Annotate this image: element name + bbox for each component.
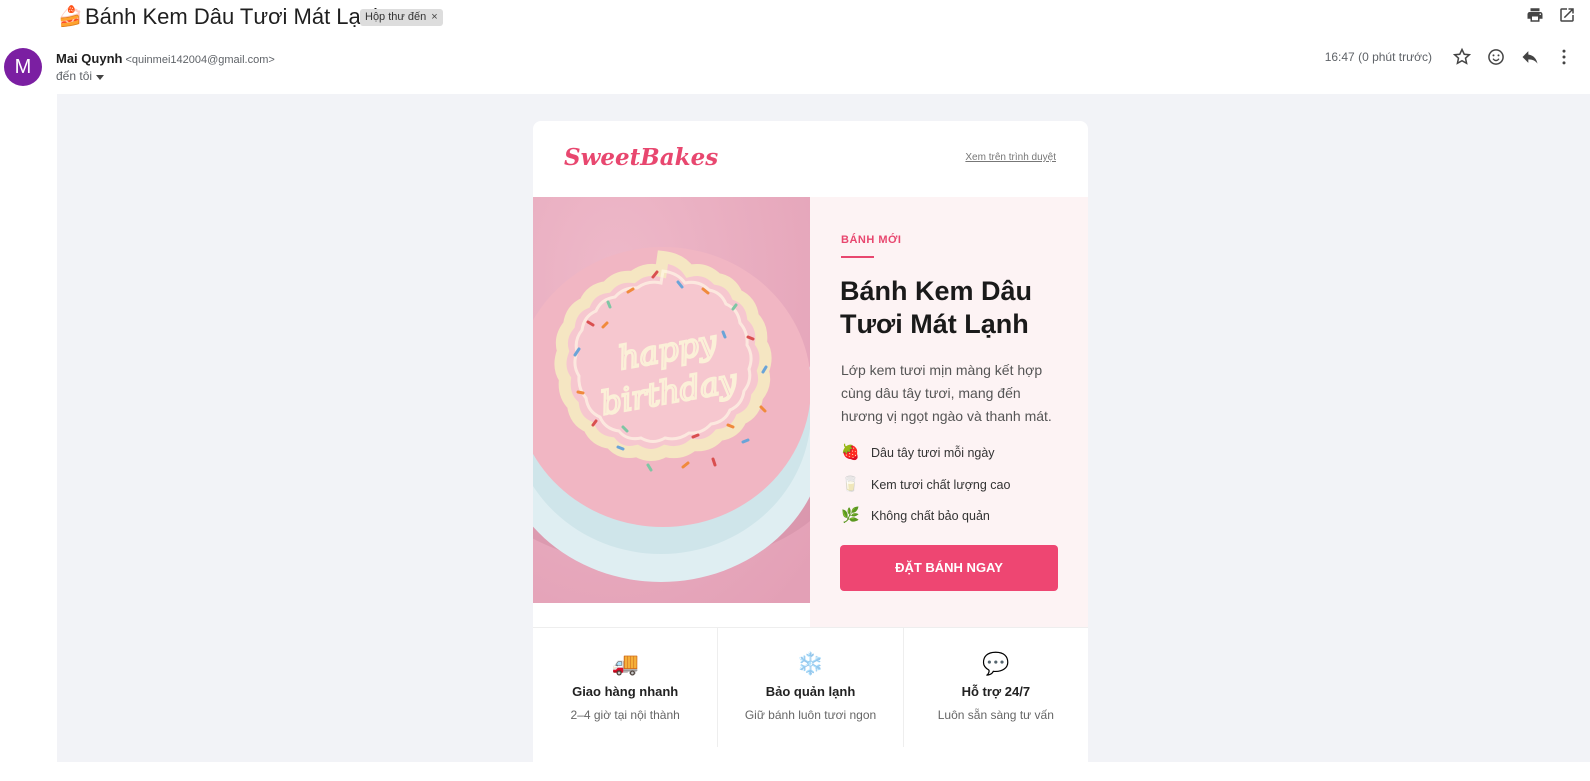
- reply-icon[interactable]: [1520, 47, 1540, 67]
- print-icon[interactable]: [1526, 6, 1544, 24]
- view-in-browser-link[interactable]: Xem trên trình duyệt: [965, 152, 1056, 163]
- email-subject: Bánh Kem Dâu Tươi Mát Lạnh: [85, 4, 386, 29]
- benefit-subtitle: 2–4 giờ tại nội thành: [570, 708, 680, 722]
- email-card: SweetBakes Xem trên trình duyệt happy bi…: [533, 121, 1088, 781]
- new-badge: BÁNH MỚI: [841, 234, 902, 246]
- avatar[interactable]: M: [4, 48, 42, 86]
- herb-icon: 🌿: [841, 507, 860, 524]
- benefit-subtitle: Giữ bánh luôn tươi ngon: [744, 708, 877, 722]
- product-description: Lớp kem tươi mịn màng kết hợp cùng dâu t…: [841, 362, 1052, 424]
- milk-icon: 🥛: [841, 476, 860, 493]
- open-in-new-icon[interactable]: [1558, 6, 1576, 24]
- cake-illustration: happy birthday: [533, 197, 810, 603]
- timestamp: 16:47 (0 phút trước): [1324, 50, 1432, 64]
- strawberry-icon: 🍓: [841, 444, 860, 461]
- sender-name[interactable]: Mai Quynh: [56, 51, 122, 66]
- recipient-details-toggle[interactable]: đến tôi: [56, 69, 105, 83]
- feature-item: 🥛 Kem tươi chất lượng cao: [841, 476, 1010, 494]
- email-body: SweetBakes Xem trên trình duyệt happy bi…: [57, 94, 1590, 781]
- inbox-label-text: Hộp thư đến: [365, 11, 427, 23]
- benefit-subtitle: Luôn sẵn sàng tư vấn: [937, 708, 1054, 722]
- brand-logo[interactable]: SweetBakes: [564, 144, 718, 171]
- chevron-down-icon: [96, 74, 105, 80]
- benefit-item: 💬 Hỗ trợ 24/7 Luôn sẵn sàng tư vấn: [904, 628, 1088, 747]
- chat-bubble-icon: 💬: [982, 651, 1010, 676]
- subject-bar: 🍰 Bánh Kem Dâu Tươi Mát Lạnh Hộp thư đến…: [0, 0, 1590, 36]
- feature-label: Không chất bảo quản: [871, 509, 990, 523]
- snowflake-icon: ❄️: [796, 651, 825, 676]
- delivery-truck-icon: 🚚: [611, 651, 639, 676]
- benefits-row: 🚚 Giao hàng nhanh 2–4 giờ tại nội thành …: [533, 627, 1088, 747]
- sender-info: Mai Quynh <quinmei142004@gmail.com>: [56, 51, 275, 66]
- cake-emoji-icon: 🍰: [58, 6, 83, 28]
- hero-content: BÁNH MỚI Bánh Kem Dâu Tươi Mát Lạnh Lớp …: [810, 197, 1088, 627]
- benefit-title: Hỗ trợ 24/7: [961, 684, 1031, 699]
- benefit-item: 🚚 Giao hàng nhanh 2–4 giờ tại nội thành: [533, 628, 719, 747]
- feature-label: Dâu tây tươi mỗi ngày: [871, 446, 995, 460]
- badge-underline: [841, 256, 874, 258]
- sender-email: <quinmei142004@gmail.com>: [125, 54, 275, 66]
- benefit-item: ❄️ Bảo quản lạnh Giữ bánh luôn tươi ngon: [718, 628, 904, 747]
- feature-label: Kem tươi chất lượng cao: [871, 478, 1011, 492]
- benefit-title: Giao hàng nhanh: [572, 684, 679, 699]
- feature-item: 🌿 Không chất bảo quản: [841, 507, 990, 525]
- inbox-label-chip[interactable]: Hộp thư đến ×: [360, 9, 443, 26]
- remove-label-button[interactable]: ×: [431, 9, 437, 26]
- product-title: Bánh Kem Dâu Tươi Mát Lạnh: [840, 276, 1033, 339]
- star-icon[interactable]: [1452, 47, 1472, 67]
- recipient-label: đến tôi: [56, 69, 93, 83]
- message-actions: 16:47 (0 phút trước): [1325, 47, 1574, 67]
- benefit-title: Bảo quản lạnh: [765, 684, 856, 699]
- hero-cake-image: happy birthday: [533, 197, 810, 603]
- feature-item: 🍓 Dâu tây tươi mỗi ngày: [841, 444, 995, 462]
- emoji-icon[interactable]: [1486, 47, 1506, 67]
- more-vert-icon[interactable]: [1554, 47, 1574, 67]
- order-now-button[interactable]: ĐẶT BÁNH NGAY: [840, 545, 1058, 591]
